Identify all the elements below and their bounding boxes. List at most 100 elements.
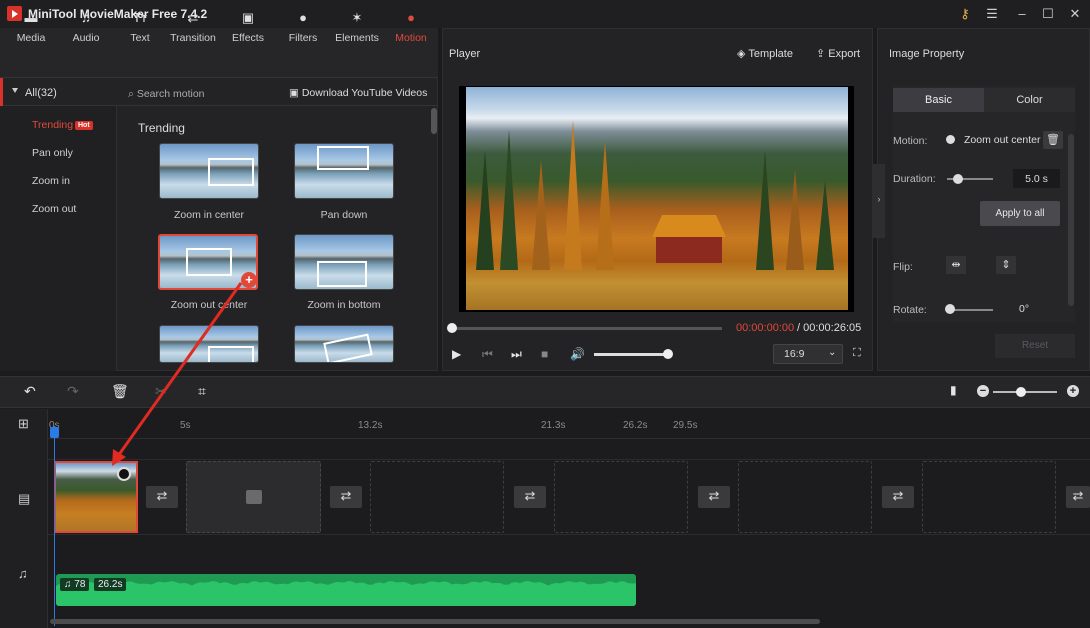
motion-thumb[interactable] [159,325,259,363]
rotate-value: 0° [1019,303,1030,315]
next-frame-icon[interactable]: ⏭ [511,347,522,362]
hot-badge: Hot [75,121,93,130]
reset-button[interactable]: Reset [995,334,1075,358]
tool-effects[interactable]: ▣ Effects [223,10,273,44]
volume-icon[interactable]: 🔊 [570,347,585,361]
category-list [0,106,117,371]
motion-value: Zoom out center [964,134,1041,146]
trash-icon[interactable]: 🗑 [1043,131,1063,149]
key-icon[interactable]: ⚷ [955,5,975,23]
apply-to-all-button[interactable]: Apply to all [980,201,1060,226]
tab-basic[interactable]: Basic [893,88,984,112]
previous-frame-icon[interactable]: ⏮ [482,347,493,362]
tree-shape [816,180,834,270]
empty-slot[interactable] [738,461,872,533]
transition-slot-icon[interactable]: ⇄ [330,486,362,508]
motion-thumb[interactable] [294,325,394,363]
duration-handle[interactable] [953,174,963,184]
zoom-in-icon[interactable]: + [1067,385,1079,397]
tree-shape [596,140,614,270]
volume-handle[interactable] [663,349,673,359]
seek-handle[interactable] [447,323,457,333]
tree-shape [756,150,774,270]
motion-icon [946,135,955,144]
timeline-scrollbar[interactable] [50,619,820,624]
tab-color[interactable]: Color [984,88,1075,112]
duration-field[interactable]: 5.0 s [1013,169,1060,188]
tool-transition[interactable]: ⇄ Transition [166,10,220,44]
tree-shape [476,150,494,270]
tool-motion[interactable]: ● Motion [386,10,436,44]
property-scrollbar[interactable] [1068,134,1074,306]
player-title: Player [449,48,481,60]
elements-icon: ✶ [351,10,363,25]
add-track-icon[interactable]: ⊞ [18,416,29,432]
filters-icon: ● [299,10,307,25]
minimize-button[interactable]: – [1012,5,1032,23]
transition-slot-icon[interactable]: ⇄ [514,486,546,508]
empty-slot[interactable] [370,461,504,533]
tick-label: 13.2s [358,420,383,431]
video-track-icon: ▤ [18,491,31,506]
tool-elements[interactable]: ✶ Elements [332,10,382,44]
redo-icon[interactable]: ↷ [67,383,79,400]
menu-icon[interactable]: ☰ [982,5,1002,23]
add-icon[interactable]: + [241,272,257,288]
motion-thumb-pan-down[interactable] [294,143,394,199]
play-icon[interactable]: ▶ [452,347,461,361]
motion-label: Zoom in center [173,209,245,221]
video-icon: ▣ [289,87,302,99]
split-icon[interactable]: ✂ [155,383,167,400]
time-ruler[interactable] [48,409,1090,439]
crop-icon[interactable]: ⌗ [198,383,206,400]
tool-audio[interactable]: ♫ Audio [61,10,111,44]
export-button[interactable]: ⇪ Export [816,47,860,60]
volume-slider[interactable] [594,353,668,356]
playhead[interactable] [54,426,55,626]
caret-down-icon[interactable] [12,88,18,93]
flip-horizontal-icon[interactable]: ⇹ [946,256,966,274]
transition-slot-icon[interactable]: ⇄ [698,486,730,508]
maximize-button[interactable]: ☐ [1038,5,1058,23]
category-pan-only[interactable]: Pan only [32,147,73,159]
flip-vertical-icon[interactable]: ⇕ [996,256,1016,274]
collapse-panel-handle[interactable]: › [873,164,885,238]
motion-icon: ● [407,10,415,25]
transition-slot-icon[interactable]: ⇄ [1066,486,1090,508]
download-youtube-link[interactable]: ▣ Download YouTube Videos [289,87,427,99]
zoom-handle[interactable] [1016,387,1026,397]
transition-slot-icon[interactable]: ⇄ [882,486,914,508]
tree-shape [786,170,804,270]
category-trending[interactable]: Trending [32,119,73,131]
empty-slot[interactable] [922,461,1056,533]
motion-thumb-zoom-in-center[interactable] [159,143,259,199]
fullscreen-icon[interactable]: ⛶ [853,347,861,360]
template-button[interactable]: ◈ Template [737,47,793,60]
fit-icon[interactable]: ▮ [950,383,957,397]
transition-slot-icon[interactable]: ⇄ [146,486,178,508]
empty-slot[interactable] [554,461,688,533]
search-motion[interactable]: ⌕ Search motion [128,88,205,101]
motion-badge-icon [117,467,131,481]
playhead-handle[interactable] [50,427,59,438]
library-scrollbar[interactable] [431,108,437,134]
audio-clip[interactable] [56,574,636,606]
zoom-out-icon[interactable]: − [977,385,989,397]
tool-filters[interactable]: ● Filters [278,10,328,44]
motion-thumb-zoom-in-bottom[interactable] [294,234,394,290]
close-button[interactable]: ✕ [1065,5,1085,23]
rotate-handle[interactable] [945,304,955,314]
swap-arrows-icon: ⇄ [187,10,199,25]
category-zoom-in[interactable]: Zoom in [32,175,70,187]
tool-text[interactable]: Tт Text [115,10,165,44]
category-zoom-out[interactable]: Zoom out [32,203,76,215]
tool-media[interactable]: ▬ Media [6,10,56,44]
frame-shape [317,261,367,287]
trash-icon[interactable]: 🗑 [111,383,129,400]
undo-icon[interactable]: ↶ [24,383,36,400]
music-track-icon: ♫ [18,566,28,581]
track-headers [0,409,48,628]
audio-duration: 26.2s [94,578,127,591]
seek-bar[interactable] [452,327,722,330]
stop-icon[interactable]: ■ [541,347,548,361]
